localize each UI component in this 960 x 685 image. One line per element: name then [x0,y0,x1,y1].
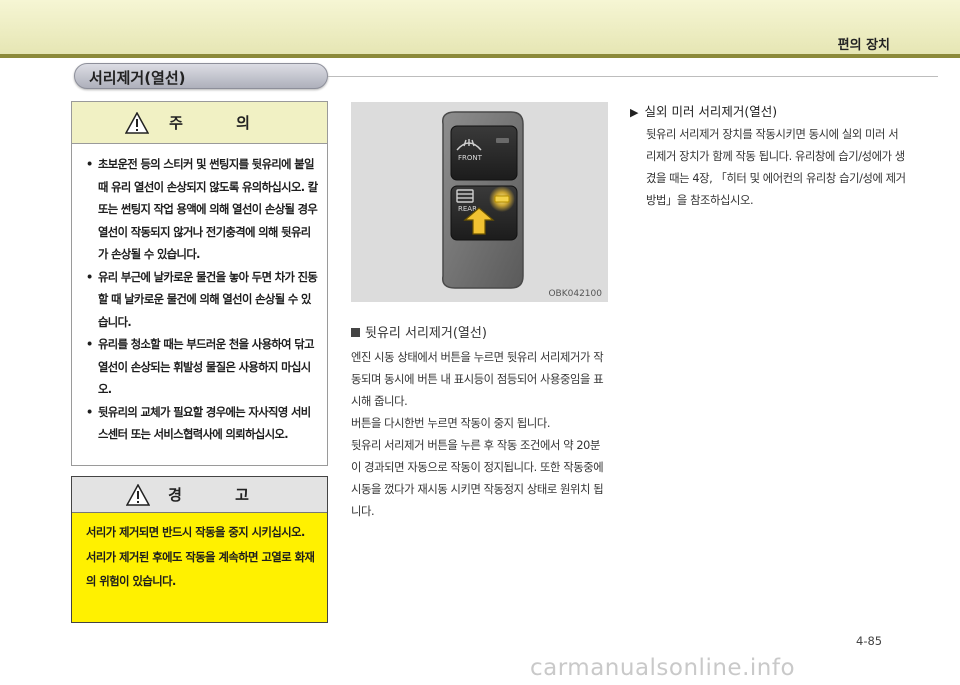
mirror-defroster-heading: ▶ 실외 미러 서리제거(열선) [630,101,777,120]
defroster-switch-figure: FRONT REAR OBK042100 [351,102,608,302]
warning-title: 경 고 [168,486,273,504]
warning-triangle-icon [125,111,150,134]
caution-item: 뒷유리의 교체가 필요할 경우에는 자사직영 서비스센터 또는 서비스협력사에 … [86,402,319,447]
figure-code: OBK042100 [548,289,602,299]
caution-list: 초보운전 등의 스티커 및 썬팅지를 뒷유리에 붙일 때 유리 열선이 손상되지… [72,144,327,447]
caution-title: 주 의 [169,114,274,132]
caution-item: 유리를 청소할 때는 부드러운 천을 사용하여 닦고 열선이 손상되는 휘발성 … [86,334,319,402]
triangle-right-icon: ▶ [630,106,639,119]
warning-body: 서리가 제거되면 반드시 작동을 중지 시키십시오. 서리가 제거된 후에도 작… [72,513,327,595]
rear-defroster-heading: 뒷유리 서리제거(열선) [351,322,487,341]
front-indicator-lamp [496,138,509,143]
warning-box: 경 고 서리가 제거되면 반드시 작동을 중지 시키십시오. 서리가 제거된 후… [71,476,328,623]
warning-header: 경 고 [72,477,327,513]
section-divider [328,76,938,77]
header-bar [0,0,960,54]
rear-defroster-heading-text: 뒷유리 서리제거(열선) [365,326,487,341]
front-button-label: FRONT [458,154,483,162]
body-paragraph: 뒷유리 서리제거 버튼을 누른 후 작동 조건에서 약 20분이 경과되면 자동… [351,439,604,518]
mirror-defroster-heading-text: 실외 미러 서리제거(열선) [644,104,778,119]
caution-header: 주 의 [72,102,327,144]
chapter-title: 편의 장치 [837,38,890,53]
warning-triangle-icon [126,483,151,506]
mirror-defroster-body: 뒷유리 서리제거 장치를 작동시키면 동시에 실외 미러 서리제거 장치가 함께… [646,128,906,207]
caution-item: 유리 부근에 날카로운 물건을 놓아 두면 차가 진동할 때 날카로운 물건에 … [86,267,319,335]
body-paragraph: 엔진 시동 상태에서 버튼을 누르면 뒷유리 서리제거가 작동되며 동시에 버튼… [351,351,604,408]
warning-line: 서리가 제거되면 반드시 작동을 중지 시키십시오. [86,526,305,539]
rear-defroster-body: 엔진 시동 상태에서 버튼을 누르면 뒷유리 서리제거가 작동되며 동시에 버튼… [351,347,608,523]
body-paragraph: 버튼을 다시한번 누르면 작동이 중지 됩니다. [351,417,551,430]
section-title-pill: 서리제거(열선) [74,63,328,89]
watermark: carmanualsonline.info [530,655,796,681]
header-divider [0,54,960,58]
section-title: 서리제거(열선) [89,69,186,87]
square-bullet-icon [351,328,360,337]
defroster-switch-illustration: FRONT REAR [442,111,524,289]
warning-line: 서리가 제거된 후에도 작동을 계속하면 고열로 화재의 위험이 있습니다. [86,550,315,589]
page-number: 4-85 [856,634,883,648]
caution-item: 초보운전 등의 스티커 및 썬팅지를 뒷유리에 붙일 때 유리 열선이 손상되지… [86,154,319,267]
rear-indicator-lamp [494,195,510,203]
front-defrost-button [450,125,518,181]
caution-box: 주 의 초보운전 등의 스티커 및 썬팅지를 뒷유리에 붙일 때 유리 열선이 … [71,101,328,466]
